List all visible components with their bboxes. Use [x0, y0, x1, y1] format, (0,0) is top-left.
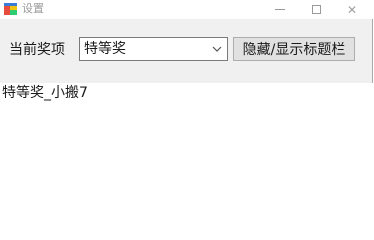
minimize-button[interactable] — [262, 0, 298, 19]
app-window-icon — [4, 3, 17, 15]
close-icon: ✕ — [346, 2, 358, 17]
result-text: 特等奖_小搬7 — [2, 85, 88, 101]
prize-select[interactable]: 特等奖 — [79, 37, 228, 61]
toggle-titlebar-button[interactable]: 隐藏/显示标题栏 — [233, 37, 355, 61]
prize-select-value: 特等奖 — [84, 41, 126, 57]
chevron-down-icon — [212, 46, 222, 52]
prize-label: 当前奖项 — [9, 42, 65, 58]
minimize-icon — [275, 9, 285, 10]
title-bar[interactable]: 设置 ✕ — [0, 0, 373, 19]
toolbar: 当前奖项 特等奖 隐藏/显示标题栏 — [0, 19, 373, 83]
maximize-button[interactable] — [298, 0, 334, 19]
settings-window: 设置 ✕ 当前奖项 特等奖 隐藏/显示标题栏 特等奖_小搬7 — [0, 0, 373, 226]
close-button[interactable]: ✕ — [334, 0, 370, 19]
result-panel: 特等奖_小搬7 — [0, 83, 373, 226]
maximize-icon — [311, 5, 321, 14]
window-title: 设置 — [22, 2, 44, 15]
